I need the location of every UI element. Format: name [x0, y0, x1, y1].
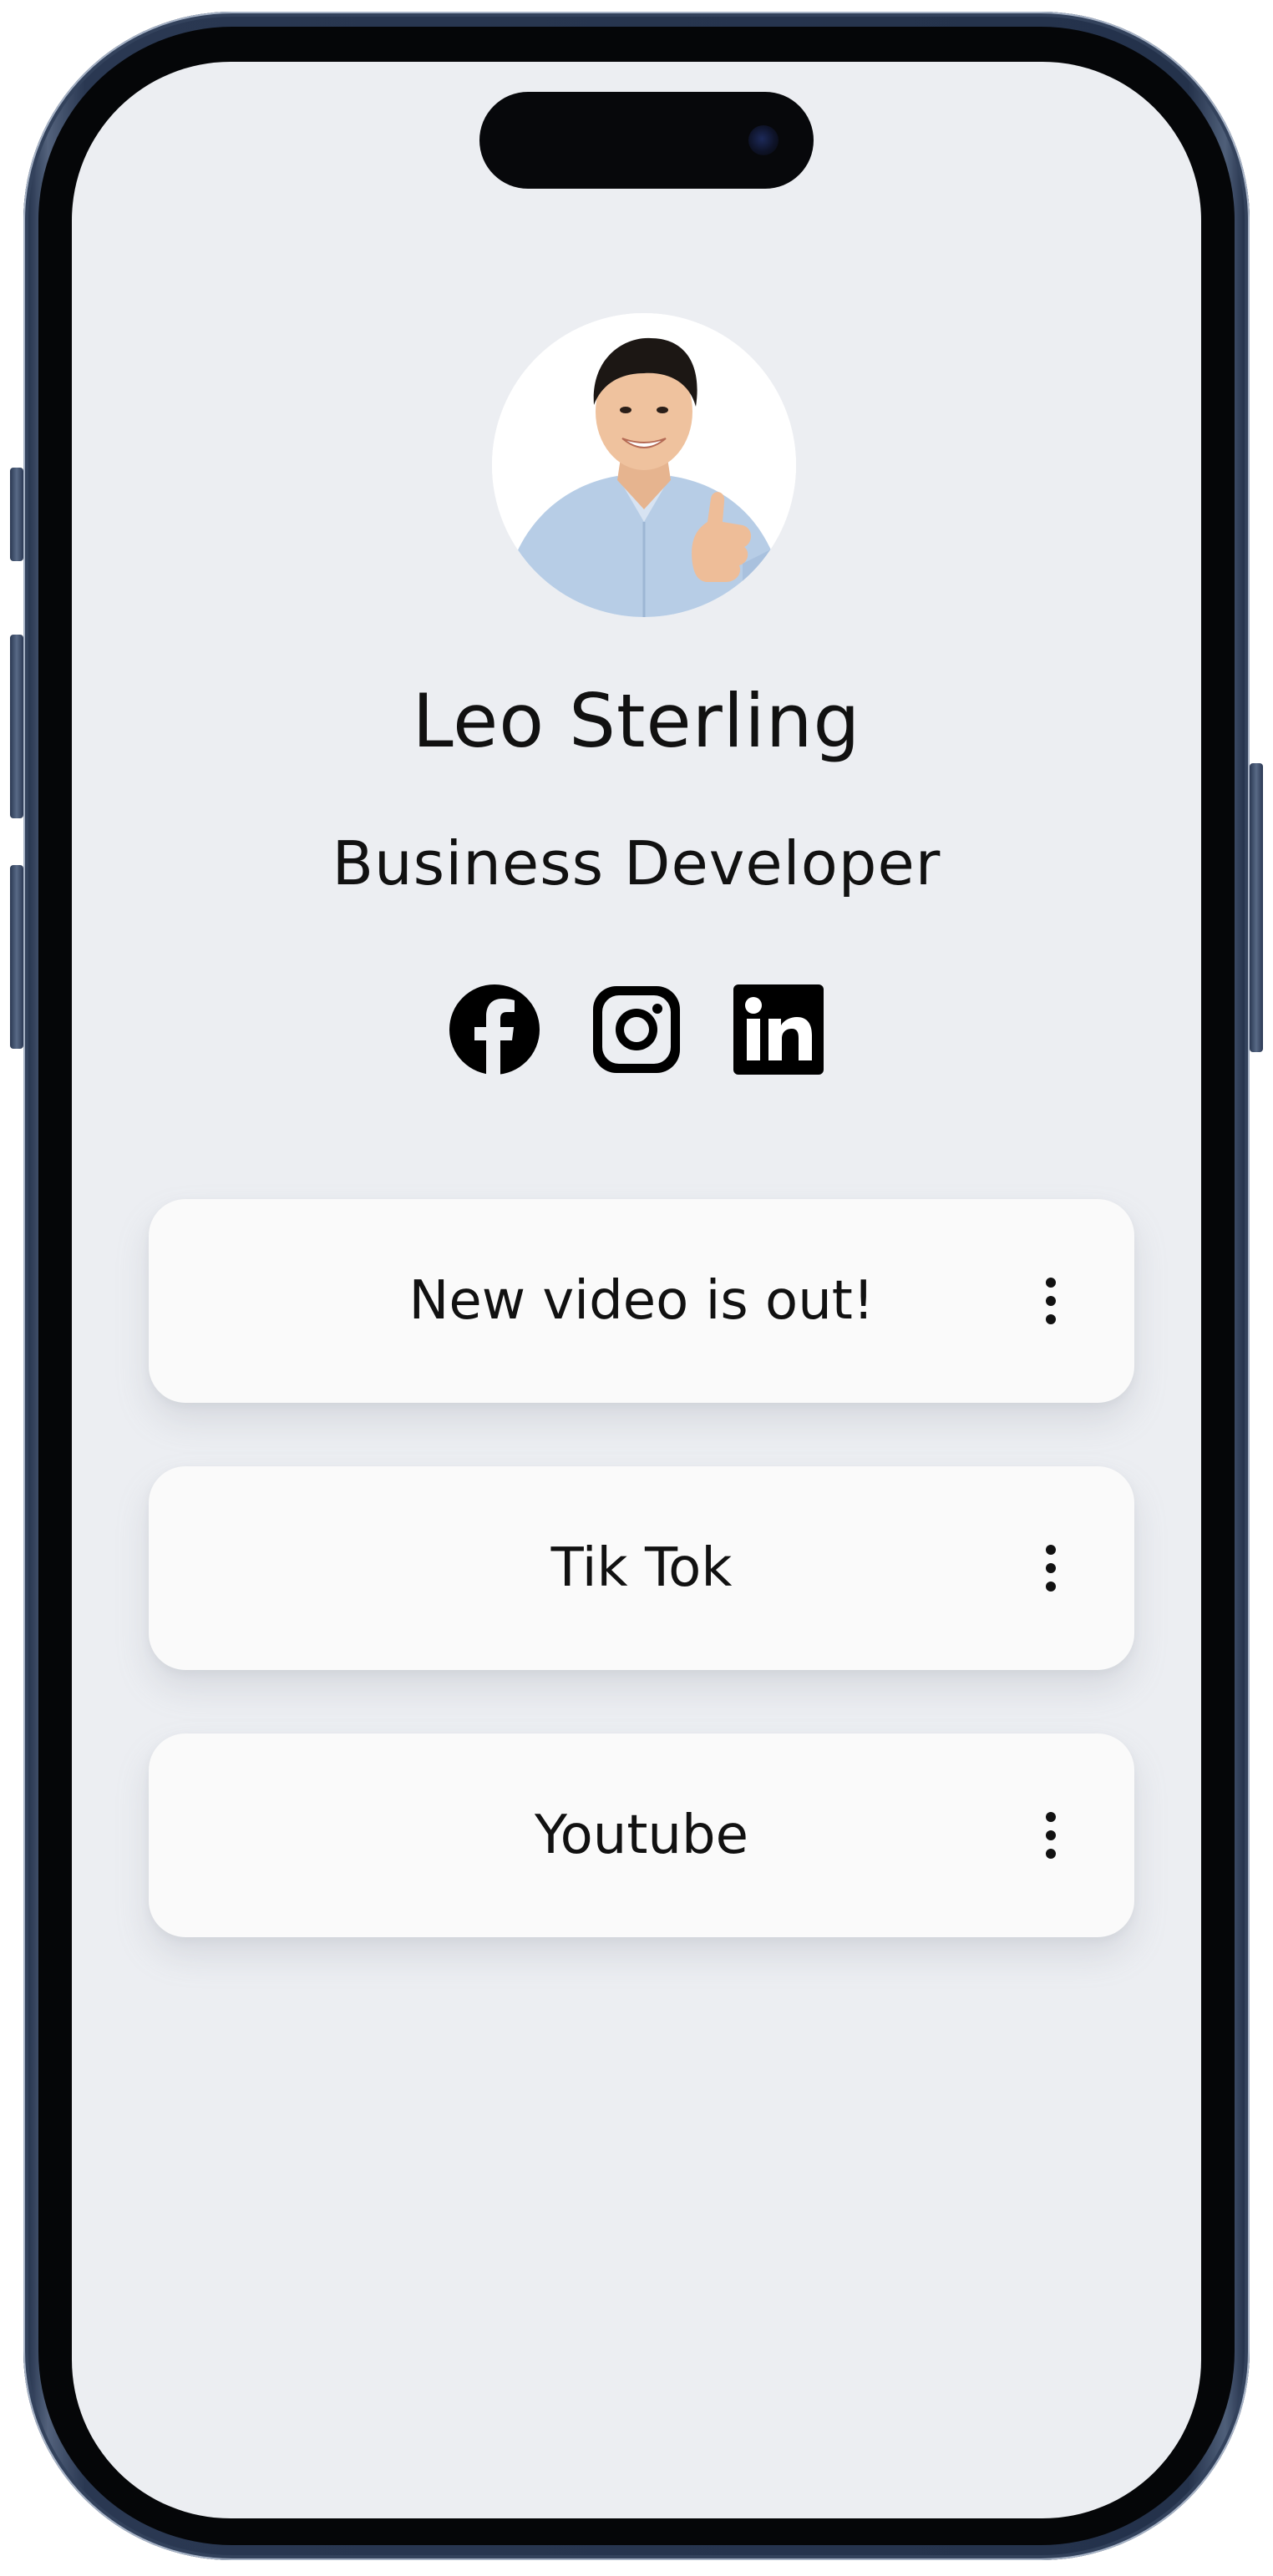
profile-name: Leo Sterling [412, 678, 861, 764]
more-vertical-icon[interactable] [1034, 1533, 1068, 1603]
front-camera-icon [748, 125, 779, 155]
link-card-label: Tik Tok [550, 1537, 733, 1599]
link-card-tiktok[interactable]: Tik Tok [149, 1466, 1134, 1670]
link-card-label: Youtube [535, 1804, 748, 1866]
dynamic-island [479, 92, 814, 189]
social-links [72, 984, 1201, 1075]
person-photo-icon [492, 313, 796, 617]
instagram-icon [593, 986, 680, 1073]
volume-up-button [10, 635, 23, 818]
profile-role: Business Developer [332, 828, 941, 898]
link-card-new-video[interactable]: New video is out! [149, 1199, 1134, 1403]
link-card-youtube[interactable]: Youtube [149, 1733, 1134, 1937]
more-vertical-icon[interactable] [1034, 1800, 1068, 1870]
more-vertical-icon[interactable] [1034, 1266, 1068, 1336]
action-button [10, 468, 23, 561]
instagram-link[interactable] [591, 984, 682, 1075]
linkedin-icon [733, 984, 824, 1075]
linkedin-link[interactable] [733, 984, 824, 1075]
link-card-label: New video is out! [408, 1270, 875, 1332]
facebook-link[interactable] [449, 984, 540, 1075]
device-mockup: Leo Sterling Business Developer New vide… [0, 0, 1273, 2576]
power-button [1250, 763, 1263, 1052]
facebook-icon [449, 984, 540, 1075]
avatar [492, 313, 796, 617]
volume-down-button [10, 865, 23, 1049]
phone-screen: Leo Sterling Business Developer New vide… [72, 62, 1201, 2518]
